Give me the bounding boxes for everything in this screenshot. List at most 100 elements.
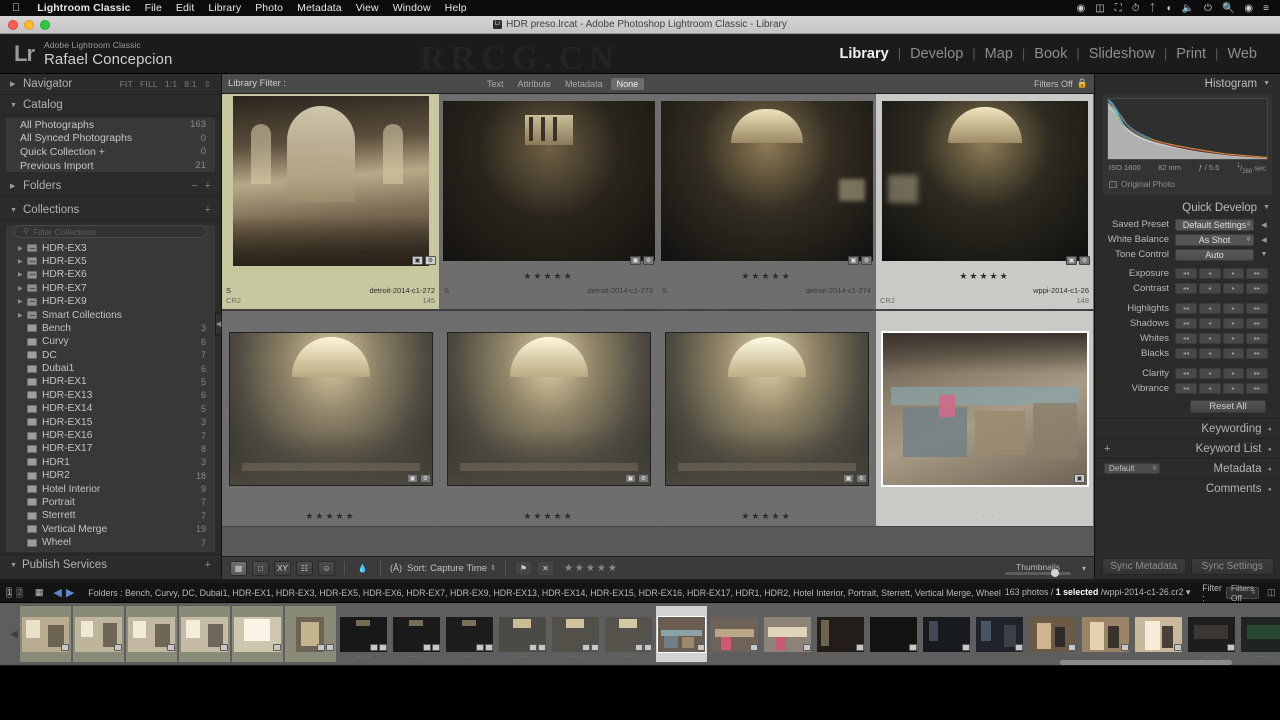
cell-rating[interactable]: ★★★★★ <box>440 268 657 285</box>
develop-badge-icon[interactable]: ⚙ <box>856 474 867 483</box>
add-collection-icon[interactable]: + <box>205 204 211 216</box>
filmstrip-thumb-6[interactable] <box>284 606 336 662</box>
filmstrip-thumb-16[interactable] <box>815 606 866 662</box>
crop-badge-icon[interactable]: ▣ <box>1074 474 1085 483</box>
collapse-left-icon[interactable]: ◂ <box>1267 425 1271 433</box>
tone-control-row[interactable]: Tone Control Auto ▼ <box>1101 247 1274 262</box>
highlights-increase-large[interactable]: ▸▸ <box>1246 303 1268 314</box>
saved-preset-select[interactable]: Default Settings ⇳ <box>1175 218 1254 231</box>
loupe-view-icon[interactable]: □ <box>252 560 269 576</box>
people-view-icon[interactable]: ☺ <box>318 560 335 576</box>
vibrance-row[interactable]: Vibrance ◂◂ ◂ ▸ ▸▸ <box>1101 381 1274 396</box>
exposure-row[interactable]: Exposure ◂◂ ◂ ▸ ▸▸ <box>1101 266 1274 281</box>
time-machine-icon[interactable]: ⏱ <box>1127 3 1145 14</box>
thumbnail-area[interactable]: ▣ ⚙ <box>222 94 439 268</box>
exposure-increase-small[interactable]: ▸ <box>1222 268 1245 279</box>
chevron-down-icon[interactable]: ▼ <box>1263 204 1270 211</box>
filmstrip-thumb-7[interactable]: ····· <box>338 606 389 662</box>
quick-develop-header[interactable]: Quick Develop ▼ <box>1095 198 1280 217</box>
thumbnail-area[interactable]: ▣ ⚙ <box>222 311 439 507</box>
develop-badge-icon[interactable]: ⚙ <box>643 256 654 265</box>
crop-badge-icon[interactable]: ▣ <box>407 474 418 483</box>
filmstrip-thumb-18[interactable] <box>921 606 972 662</box>
zoom-fill[interactable]: FILL <box>140 79 158 89</box>
sort-az-icon[interactable]: (Å) <box>390 563 402 573</box>
grid-view-icon[interactable]: ▦ <box>230 560 247 576</box>
checkbox-icon[interactable] <box>1109 180 1117 188</box>
filmstrip-thumb-4[interactable] <box>178 606 230 662</box>
chevron-right-icon[interactable]: ▶ <box>18 285 27 292</box>
shadows-increase-small[interactable]: ▸ <box>1222 318 1245 329</box>
catalog-item-all-photographs[interactable]: All Photographs 163 <box>6 118 215 132</box>
thumbnail-area[interactable]: ▣ ⚙ <box>440 311 657 507</box>
identity-plate[interactable]: Adobe Lightroom Classic Rafael Concepcio… <box>44 40 172 68</box>
add-publish-service-icon[interactable]: + <box>205 559 211 571</box>
menu-item-photo[interactable]: Photo <box>248 2 290 14</box>
collection-item-sterrett[interactable]: Sterrett 7 <box>6 509 215 522</box>
chevron-right-icon[interactable]: ▶ <box>18 271 27 278</box>
collection-set-hdr-ex7[interactable]: ▶ HDR-EX7 <box>6 282 215 295</box>
clarity-row[interactable]: Clarity ◂◂ ◂ ▸ ▸▸ <box>1101 366 1274 381</box>
sync-settings-button[interactable]: Sync Settings <box>1190 558 1274 575</box>
collapse-left-icon[interactable]: ◀ <box>1260 236 1268 244</box>
clarity-decrease-large[interactable]: ◂◂ <box>1175 368 1197 379</box>
control-center-icon[interactable]: ≡ <box>1258 3 1274 14</box>
catalog-item-previous-import[interactable]: Previous Import 21 <box>6 159 215 173</box>
toolbar-options-icon[interactable]: ▾ <box>1082 564 1086 573</box>
chevron-right-icon[interactable]: ▶ <box>18 298 27 305</box>
chevron-down-icon[interactable]: ▼ <box>1260 251 1268 258</box>
reset-all-button[interactable]: Reset All <box>1190 400 1266 413</box>
menu-item-view[interactable]: View <box>349 2 386 14</box>
collection-set-hdr-ex6[interactable]: ▶ HDR-EX6 <box>6 268 215 281</box>
catalog-item-all-synced[interactable]: All Synced Photographs 0 <box>6 132 215 146</box>
contrast-decrease-large[interactable]: ◂◂ <box>1175 283 1197 294</box>
filmstrip-thumb-22[interactable] <box>1133 606 1184 662</box>
collection-set-hdr-ex9[interactable]: ▶ HDR-EX9 <box>6 295 215 308</box>
folders-header[interactable]: ▶ Folders − + <box>0 176 221 198</box>
clarity-increase-small[interactable]: ▸ <box>1222 368 1245 379</box>
filmstrip-thumb-19[interactable] <box>974 606 1025 662</box>
navigator-header[interactable]: ▶ Navigator FIT FILL 1:1 8:1 ⇳ <box>0 74 221 95</box>
module-book[interactable]: Book <box>1025 46 1076 62</box>
zoom-1-1[interactable]: 1:1 <box>165 79 177 89</box>
thumbnail-area[interactable]: ▣ ⚙ <box>658 94 875 268</box>
module-library[interactable]: Library <box>831 46 898 62</box>
collection-item-portrait[interactable]: Portrait 7 <box>6 496 215 509</box>
crop-badge-icon[interactable]: ▣ <box>625 474 636 483</box>
filmstrip[interactable]: ◀ ····· ····· ····· ····· ····· ····· ··… <box>0 603 1280 665</box>
whites-decrease-small[interactable]: ◂ <box>1198 333 1221 344</box>
filmstrip-thumb-20[interactable] <box>1027 606 1078 662</box>
collection-item-hdr-ex16[interactable]: HDR-EX16 7 <box>6 429 215 442</box>
collection-item-hdr2[interactable]: HDR2 18 <box>6 469 215 482</box>
add-folder-icon[interactable]: + <box>205 180 211 192</box>
flag-pick-icon[interactable]: ⚑ <box>514 560 532 576</box>
shadows-row[interactable]: Shadows ◂◂ ◂ ▸ ▸▸ <box>1101 316 1274 331</box>
menu-item-edit[interactable]: Edit <box>169 2 202 14</box>
thumbnail-area[interactable]: ▣ <box>876 311 1093 507</box>
grid-cell-1[interactable]: ▣ ⚙ · · · · · Sdetroit-2014-c1-272 CR2 14… <box>222 94 440 310</box>
module-develop[interactable]: Develop <box>901 46 972 62</box>
white-balance-row[interactable]: White Balance As Shot ⇳ ◀ <box>1101 232 1274 247</box>
menu-app-name[interactable]: Lightroom Classic <box>30 2 137 14</box>
crop-badge-icon[interactable]: ▣ <box>848 256 859 265</box>
cell-rating[interactable]: ★★★★★ <box>658 507 875 526</box>
thumbnails-slider[interactable] <box>1004 568 1071 577</box>
collection-set-smart-collections[interactable]: ▶ Smart Collections <box>6 308 215 321</box>
develop-badge-icon[interactable]: ⚙ <box>1079 256 1090 265</box>
whites-row[interactable]: Whites ◂◂ ◂ ▸ ▸▸ <box>1101 331 1274 346</box>
catalog-header[interactable]: ▼ Catalog <box>0 95 221 116</box>
filmstrip-thumb-3[interactable] <box>125 606 177 662</box>
collection-item-bench[interactable]: Bench 3 <box>6 322 215 335</box>
whites-increase-small[interactable]: ▸ <box>1222 333 1245 344</box>
highlights-decrease-small[interactable]: ◂ <box>1198 303 1221 314</box>
comments-section[interactable]: Comments ◂ <box>1095 478 1280 498</box>
exposure-decrease-small[interactable]: ◂ <box>1198 268 1221 279</box>
keywording-section[interactable]: Keywording ◂ <box>1095 418 1280 438</box>
search-icon[interactable]: 🔍 <box>1217 3 1239 14</box>
collection-item-vertical-merge[interactable]: Vertical Merge 19 <box>6 523 215 536</box>
filmstrip-thumb-8[interactable]: ····· <box>391 606 442 662</box>
zoom-fit[interactable]: FIT <box>120 79 133 89</box>
siri-icon[interactable]: ◉ <box>1239 3 1258 14</box>
photo-thumbnail[interactable] <box>664 332 869 486</box>
highlights-row[interactable]: Highlights ◂◂ ◂ ▸ ▸▸ <box>1101 301 1274 316</box>
